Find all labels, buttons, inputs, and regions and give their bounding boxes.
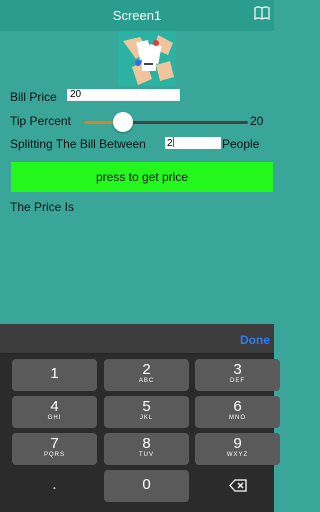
key-6-letters: MNO [229, 415, 246, 421]
key-6[interactable]: 6 MNO [195, 396, 280, 428]
keyboard-toolbar: Done [0, 324, 274, 354]
tip-percent-value: 20 [250, 114, 264, 128]
key-2-letters: ABC [138, 378, 155, 384]
key-9-letters: WXYZ [226, 452, 249, 458]
key-4-letters: GHI [47, 415, 62, 421]
key-decimal[interactable]: . [12, 470, 97, 502]
numeric-keyboard: Done 1 2 ABC 3 DEF 4 GHI 5 JKL 6 MNO 7 PQRS 8T… [0, 324, 280, 512]
key-3-letters: DEF [230, 378, 245, 384]
key-9[interactable]: 9 WXYZ [195, 433, 280, 465]
get-price-button[interactable]: press to get price [11, 162, 273, 192]
key-7[interactable]: 7 PQRS [12, 433, 97, 465]
key-5-letters: JKL [139, 415, 154, 421]
key-0[interactable]: 0 [104, 470, 189, 502]
key-5[interactable]: 5 JKL [104, 396, 189, 428]
done-button[interactable]: Done [240, 333, 270, 347]
key-4-digit: 4 [50, 398, 59, 415]
key-7-letters: PQRS [43, 452, 65, 458]
backspace-key[interactable] [195, 470, 280, 502]
people-label: People [222, 137, 260, 151]
tip-slider-thumb[interactable] [113, 112, 134, 132]
backspace-icon [228, 479, 247, 492]
key-9-digit: 9 [233, 435, 242, 452]
bill-price-input[interactable]: 20 [67, 89, 180, 101]
key-decimal-digit: . [52, 476, 57, 493]
key-1-digit: 1 [50, 365, 59, 382]
book-icon[interactable] [254, 6, 270, 20]
key-4[interactable]: 4 GHI [12, 396, 97, 428]
text-cursor [172, 137, 174, 147]
screen-title: Screen1 [112, 8, 162, 23]
key-7-digit: 7 [50, 435, 59, 452]
key-8-digit: 8 [142, 435, 151, 452]
key-3[interactable]: 3 DEF [195, 359, 280, 391]
split-people-input[interactable]: 2 [165, 137, 221, 149]
key-2[interactable]: 2 ABC [104, 359, 189, 391]
key-1[interactable]: 1 [12, 359, 97, 391]
key-2-digit: 2 [142, 361, 151, 378]
key-6-digit: 6 [233, 398, 242, 415]
key-8[interactable]: 8 TUV [104, 433, 189, 465]
bill-illustration [118, 31, 176, 86]
tip-percent-label: Tip Percent [10, 114, 71, 128]
key-8-letters: TUV [139, 452, 154, 458]
bill-price-label: Bill Price [10, 90, 57, 104]
split-label: Splitting The Bill Between [10, 137, 146, 151]
price-result-label: The Price Is [10, 200, 75, 214]
key-3-digit: 3 [233, 361, 242, 378]
title-bar: Screen1 [0, 0, 274, 31]
key-0-digit: 0 [142, 476, 151, 493]
key-5-digit: 5 [142, 398, 151, 415]
tip-slider[interactable] [84, 112, 248, 132]
